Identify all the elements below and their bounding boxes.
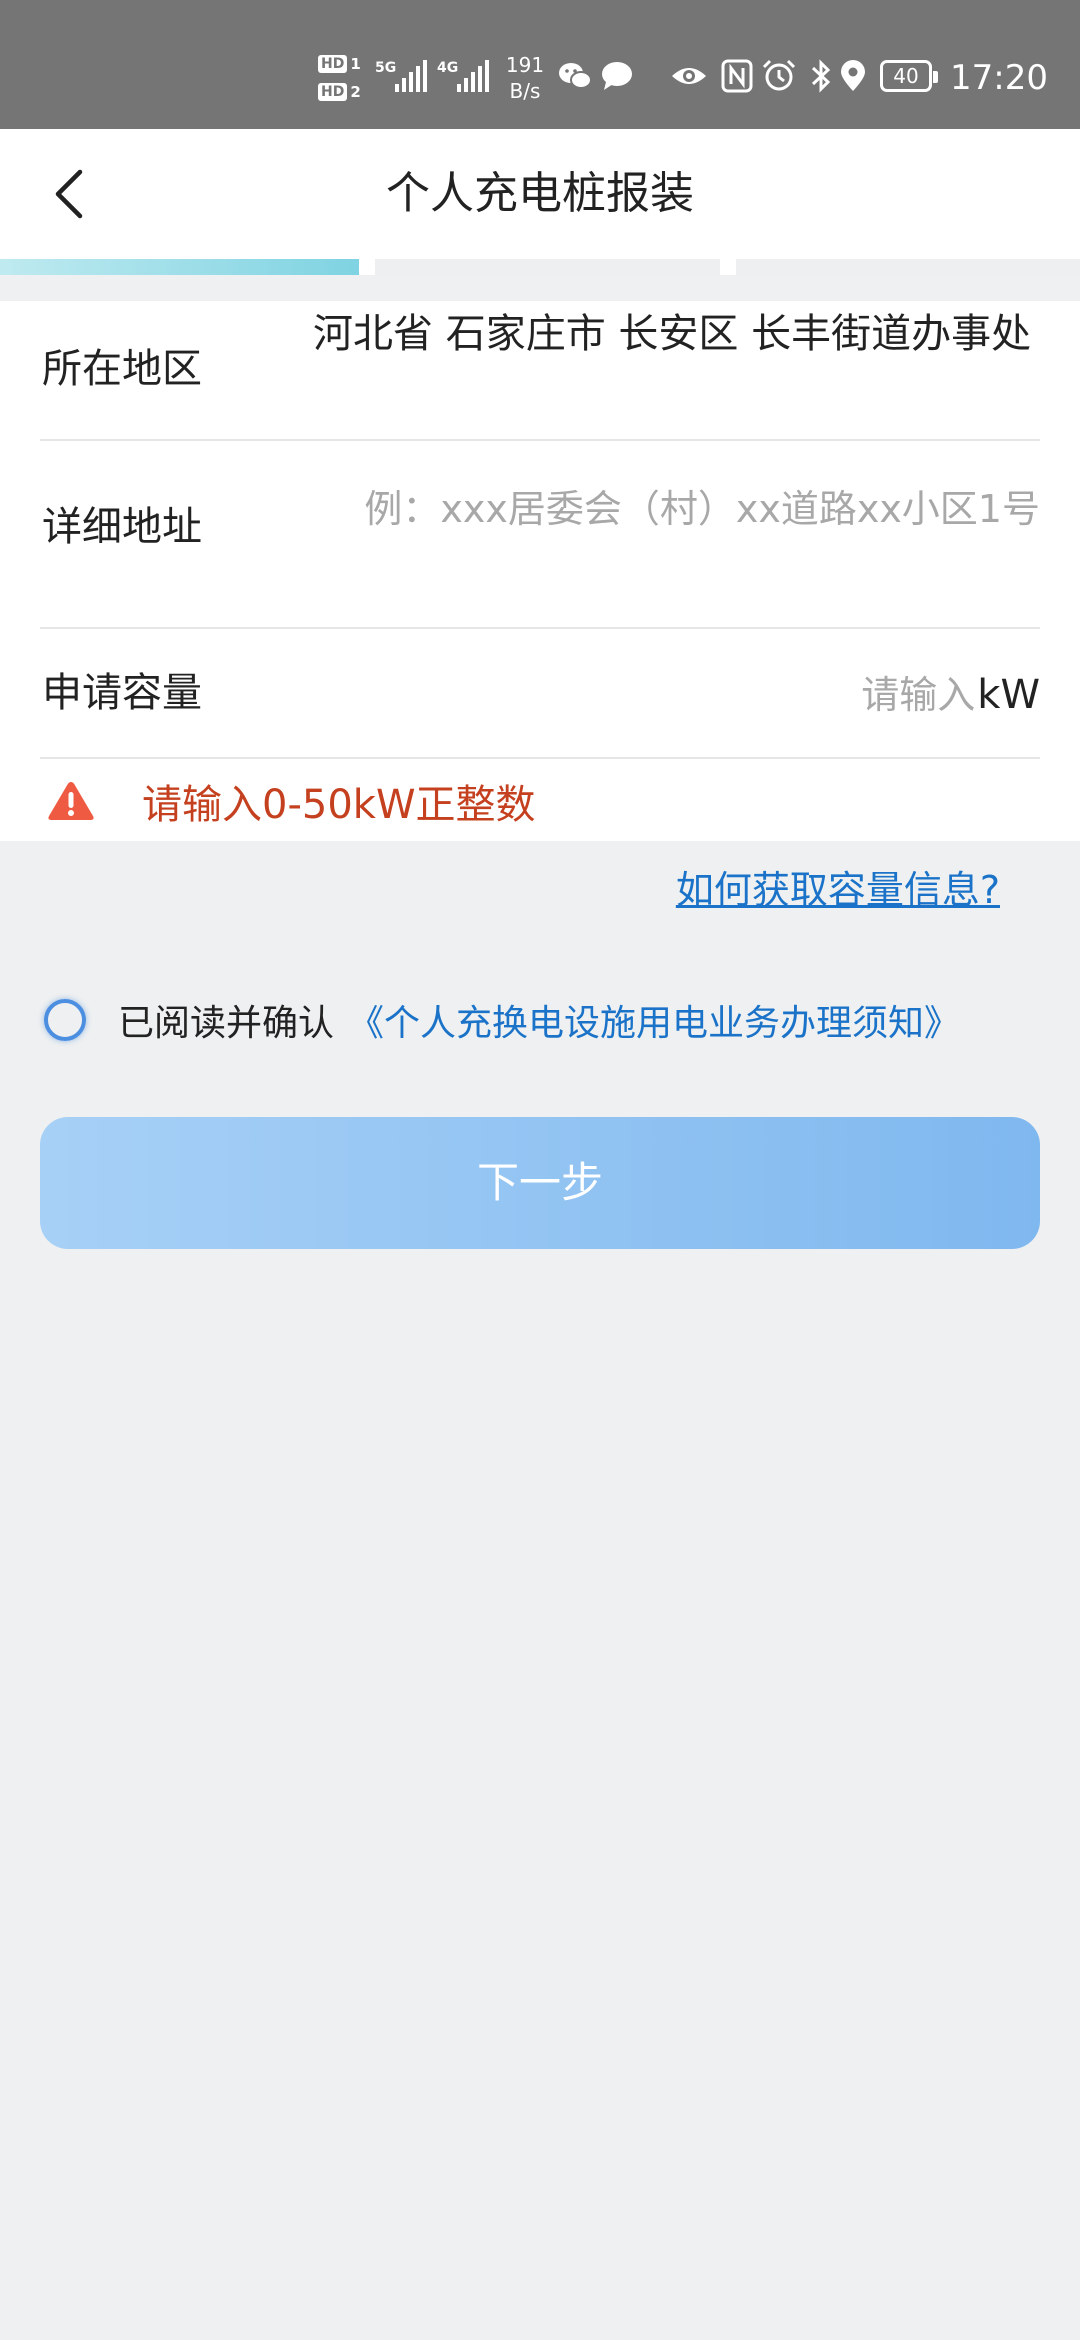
signal-4g-icon: 4G [437,58,493,94]
capacity-label: 申请容量 [42,670,202,716]
back-button[interactable] [30,154,110,234]
location-icon [841,60,865,91]
capacity-error: 请输入0-50kW正整数 [40,771,1040,831]
capacity-row: 申请容量 kW [40,629,1040,759]
capacity-help-link[interactable]: 如何获取容量信息? [676,862,1000,918]
app-header: 个人充电桩报装 [0,129,1080,259]
agreement-text: 已阅读并确认 [118,1003,335,1044]
chevron-left-icon [55,169,83,219]
battery-icon: 40 [880,60,938,92]
hd2-label: HD [318,83,348,101]
capacity-unit: kW [977,672,1040,718]
agreement-row: 已阅读并确认 《个人充换电设施用电业务办理须知》 [44,990,1044,1050]
address-row: 详细地址 [40,441,1040,629]
hd-voice-indicator: HD 1 HD 2 [318,50,366,106]
capacity-field: kW [845,667,1040,723]
hd2-sim-label: 2 [350,83,361,101]
status-time: 17:20 [950,58,1048,98]
eye-icon [672,68,706,84]
network-rate-unit: B/s [509,79,541,103]
warning-triangle-icon [48,782,94,820]
capacity-input[interactable] [845,667,976,723]
step-2-indicator [375,259,720,275]
error-message: 请输入0-50kW正整数 [142,782,536,828]
network-rate-value: 191 [505,53,545,77]
agreement-radio[interactable] [44,999,86,1041]
hd1-label: HD [318,55,348,73]
address-input[interactable] [313,479,1040,539]
hd1-sim-label: 1 [350,55,361,73]
application-form: 所在地区 河北省 石家庄市 长安区 长丰街道办事处 详细地址 申请容量 kW 请… [0,301,1080,841]
status-bar: HD 1 HD 2 5G 4G 191 B/s 40 17:20 [0,0,1080,129]
step-3-indicator [736,259,1080,275]
region-value[interactable]: 河北省 石家庄市 长安区 长丰街道办事处 [313,301,1040,367]
address-label: 详细地址 [42,504,202,550]
battery-level: 40 [893,64,919,88]
region-label: 所在地区 [42,346,202,392]
page-title: 个人充电桩报装 [386,168,694,219]
region-row[interactable]: 所在地区 河北省 石家庄市 长安区 长丰街道办事处 [40,301,1040,441]
message-icon [602,62,632,90]
section-gap [0,275,1080,301]
step-progress [0,259,1080,275]
alarm-icon [762,59,796,91]
step-1-indicator [0,259,359,275]
next-step-button[interactable]: 下一步 [40,1117,1040,1249]
wechat-icon [559,63,592,89]
nfc-icon [721,59,753,93]
network-rate: 191 B/s [500,52,550,104]
signal-5g-icon: 5G [375,58,431,94]
agreement-link[interactable]: 《个人充换电设施用电业务办理须知》 [348,994,960,1046]
